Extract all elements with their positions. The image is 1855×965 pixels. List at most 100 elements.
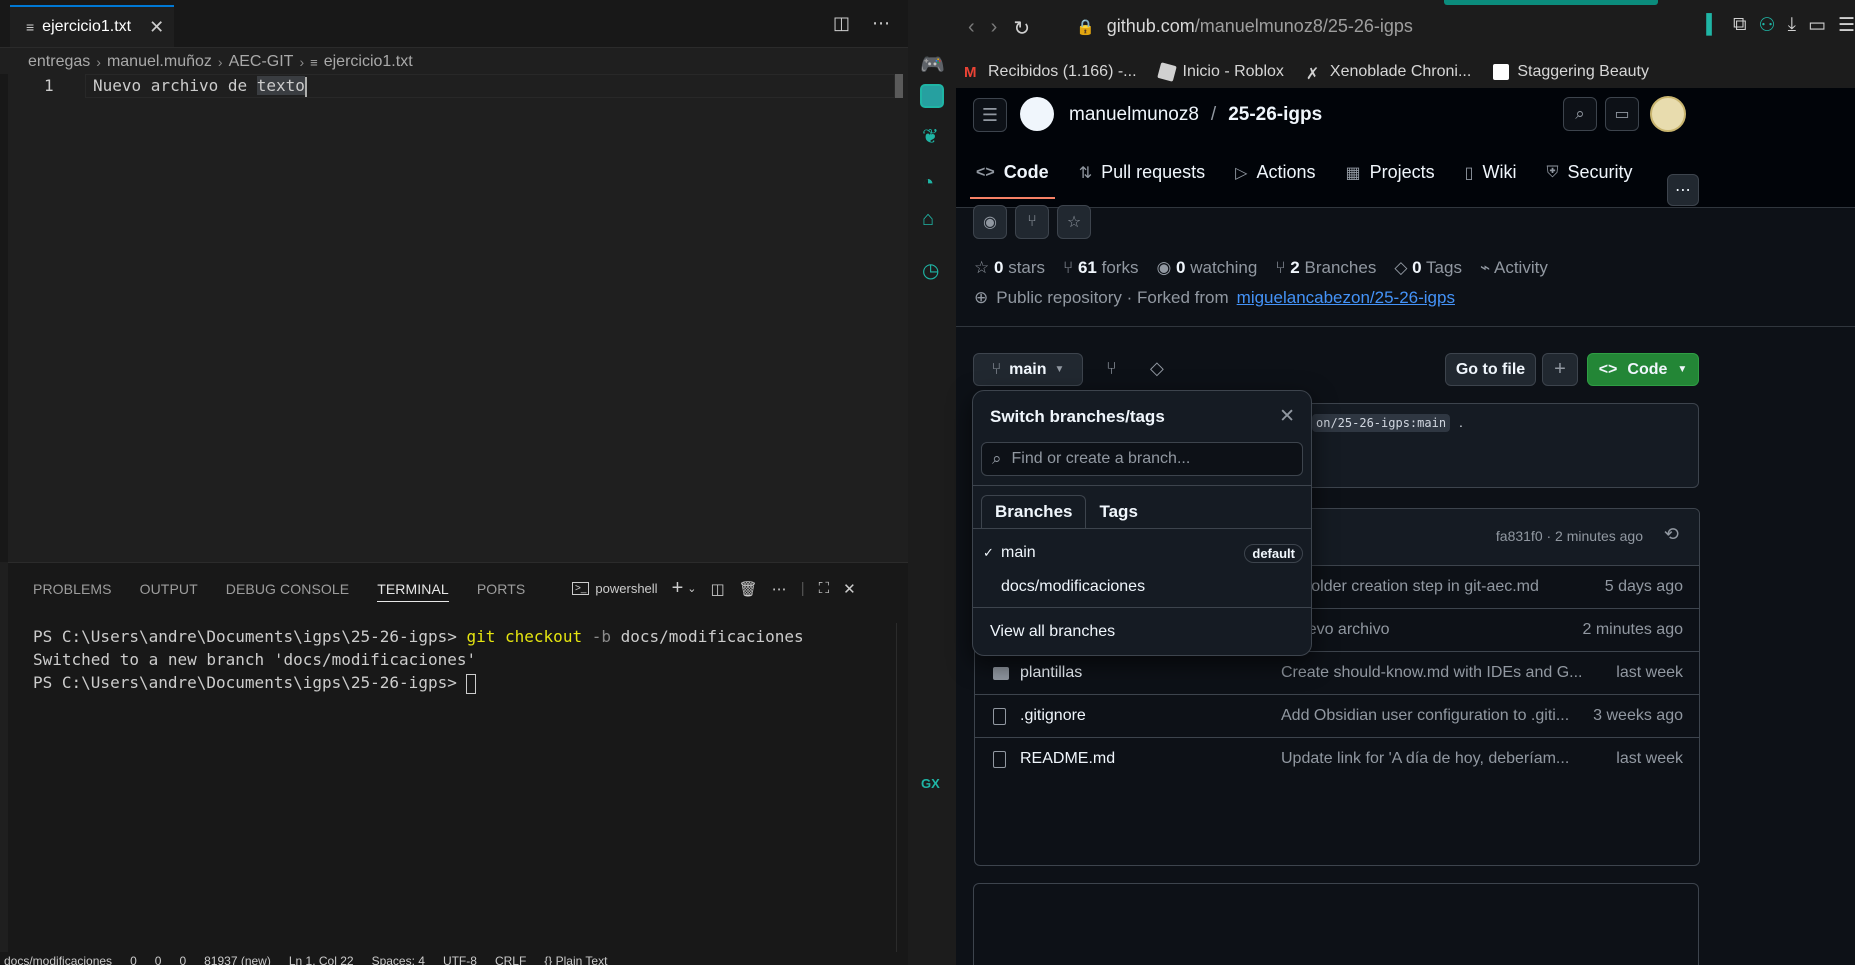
- speed-icon[interactable]: ◔: [922, 172, 934, 195]
- profile-icon[interactable]: ⚇: [1759, 14, 1776, 37]
- trash-icon[interactable]: 🗑: [739, 580, 758, 598]
- commit-message[interactable]: Create should-know.md with IDEs and G...: [1281, 664, 1582, 682]
- file-name[interactable]: plantillas: [1020, 664, 1082, 682]
- editor-text-area[interactable]: 1 Nuevo archivo de texto: [0, 74, 908, 562]
- branches-stat[interactable]: ⑂ 2 Branches: [1275, 258, 1376, 278]
- commit-message[interactable]: Update link for 'A día de hoy, deberíam.…: [1281, 750, 1569, 768]
- status-info[interactable]: 0: [179, 952, 186, 965]
- status-branch[interactable]: docs/modificaciones: [4, 952, 112, 965]
- close-icon[interactable]: ✕: [1279, 405, 1295, 428]
- history-icon[interactable]: ⟲: [1664, 524, 1679, 545]
- repo-name-link[interactable]: 25-26-igps: [1228, 104, 1322, 126]
- tab-wiki[interactable]: ▯ Wiki: [1465, 162, 1517, 195]
- activity-stat[interactable]: ⌁ Activity: [1480, 258, 1548, 278]
- commit-message[interactable]: Add Obsidian user configuration to .giti…: [1281, 707, 1569, 725]
- tab-code[interactable]: <> Code: [970, 162, 1055, 199]
- more-actions-icon[interactable]: ⋯: [772, 580, 787, 598]
- fork-source-link[interactable]: miguelancabezon/25-26-igps: [1237, 288, 1455, 308]
- tab-security[interactable]: ⛨ Security: [1546, 162, 1632, 195]
- tab-pull-requests[interactable]: ⇅ Pull requests: [1079, 162, 1205, 195]
- menu-button[interactable]: ☰: [973, 98, 1007, 132]
- tab-ports[interactable]: PORTS: [477, 581, 525, 602]
- more-tabs-button[interactable]: ⋯: [1667, 174, 1699, 206]
- status-language[interactable]: {} Plain Text: [544, 952, 607, 965]
- leaf-icon[interactable]: ❦: [922, 124, 939, 149]
- add-file-button[interactable]: +: [1542, 353, 1578, 386]
- terminal-output[interactable]: PS C:\Users\andre\Documents\igps\25-26-i…: [33, 625, 804, 694]
- breadcrumb-item[interactable]: AEC-GIT: [229, 53, 294, 71]
- status-encoding[interactable]: UTF-8: [443, 952, 477, 965]
- tab-projects[interactable]: ▦ Projects: [1346, 162, 1435, 195]
- branch-select-button[interactable]: ⑂ main ▼: [973, 353, 1083, 386]
- latest-commit-info[interactable]: fa831f0 · 2 minutes ago: [1496, 528, 1643, 544]
- avatar[interactable]: [1650, 96, 1686, 132]
- branch-search[interactable]: ⌕: [981, 442, 1303, 476]
- terminal-profile-label[interactable]: powershell: [595, 581, 657, 596]
- go-to-file-button[interactable]: Go to file: [1445, 353, 1536, 386]
- search-button[interactable]: ⌕: [1563, 97, 1597, 131]
- battery-icon[interactable]: ▭: [1808, 14, 1826, 37]
- tab-tags[interactable]: Tags: [1086, 495, 1150, 529]
- forks-stat[interactable]: ⑂ 61 forks: [1063, 258, 1138, 278]
- favorite-item[interactable]: ✗ Xenoblade Chroni...: [1306, 63, 1471, 83]
- forward-icon[interactable]: ›: [991, 16, 998, 41]
- file-row[interactable]: .gitignore Add Obsidian user configurati…: [975, 694, 1699, 737]
- tag-icon[interactable]: ◇: [1150, 358, 1164, 379]
- tab-terminal[interactable]: TERMINAL: [377, 581, 449, 602]
- scrollbar[interactable]: [895, 74, 903, 98]
- menu-icon[interactable]: ☰: [1838, 14, 1855, 37]
- back-icon[interactable]: ‹: [968, 16, 975, 41]
- commit-message[interactable]: ect folder creation step in git-aec.md: [1281, 578, 1539, 596]
- file-row[interactable]: plantillas Create should-know.md with ID…: [975, 651, 1699, 694]
- status-indentation[interactable]: Spaces: 4: [372, 952, 425, 965]
- star-button[interactable]: ☆: [1057, 205, 1091, 239]
- reload-icon[interactable]: ↻: [1013, 16, 1030, 41]
- more-actions-icon[interactable]: ⋯: [872, 13, 890, 34]
- chevron-down-icon[interactable]: ⌄: [687, 582, 696, 595]
- status-cursor-position[interactable]: Ln 1, Col 22: [289, 952, 354, 965]
- file-name[interactable]: README.md: [1020, 750, 1115, 768]
- split-editor-icon[interactable]: ◫: [833, 13, 850, 34]
- editor-line[interactable]: Nuevo archivo de texto: [93, 74, 307, 98]
- maximize-panel-icon[interactable]: ⛶: [819, 580, 830, 597]
- status-eol[interactable]: CRLF: [495, 952, 526, 965]
- fork-button[interactable]: ⑂: [1015, 205, 1049, 239]
- tab-output[interactable]: OUTPUT: [140, 581, 198, 602]
- code-button[interactable]: <> Code ▼: [1587, 353, 1699, 386]
- github-logo-icon[interactable]: [1020, 97, 1054, 131]
- tab-actions[interactable]: ▷ Actions: [1235, 162, 1315, 195]
- tab-debug-console[interactable]: DEBUG CONSOLE: [226, 581, 349, 602]
- screen-icon[interactable]: [920, 84, 944, 108]
- favorite-item[interactable]: M Recibidos (1.166) -...: [964, 63, 1137, 81]
- status-port[interactable]: 81937 (new): [204, 952, 271, 965]
- file-name[interactable]: .gitignore: [1020, 707, 1086, 725]
- tab-branches[interactable]: Branches: [981, 495, 1087, 529]
- add-terminal-icon[interactable]: +: [672, 577, 684, 600]
- chair-icon[interactable]: ⌂: [922, 208, 934, 231]
- inbox-button[interactable]: ▭: [1605, 97, 1639, 131]
- branch-item-main[interactable]: ✓ main default: [981, 537, 1303, 569]
- split-terminal-icon[interactable]: ◫: [710, 580, 724, 598]
- stars-stat[interactable]: ☆ 0 stars: [974, 258, 1045, 278]
- download-icon[interactable]: ⤓: [1788, 14, 1796, 37]
- address-bar[interactable]: 🔒 github.com/manuelmunoz8/25-26-igps: [1076, 16, 1413, 37]
- editor-tab[interactable]: ≡ ejercicio1.txt ✕: [10, 5, 174, 47]
- branches-icon[interactable]: ⑂: [1106, 358, 1117, 379]
- close-panel-icon[interactable]: ✕: [843, 580, 856, 598]
- file-row[interactable]: README.md Update link for 'A día de hoy,…: [975, 737, 1699, 780]
- watch-button[interactable]: ◉: [973, 205, 1007, 239]
- clock-icon[interactable]: ◷: [922, 258, 939, 283]
- close-icon[interactable]: ✕: [149, 17, 164, 38]
- branch-item-docs[interactable]: docs/modificaciones: [981, 571, 1303, 603]
- repo-owner-link[interactable]: manuelmunoz8: [1069, 104, 1199, 126]
- watching-stat[interactable]: ◉ 0 watching: [1156, 258, 1257, 278]
- status-errors[interactable]: 0: [130, 952, 137, 965]
- branch-search-input[interactable]: [1011, 450, 1282, 468]
- breadcrumb-item[interactable]: ejercicio1.txt: [324, 53, 413, 71]
- favorite-item[interactable]: Staggering Beauty: [1493, 63, 1649, 81]
- breadcrumb-item[interactable]: entregas: [28, 53, 90, 71]
- status-warnings[interactable]: 0: [155, 952, 162, 965]
- tags-stat[interactable]: ◇ 0 Tags: [1394, 258, 1462, 278]
- extensions-icon[interactable]: ⧉: [1733, 14, 1747, 37]
- gx-logo[interactable]: GX: [921, 776, 940, 791]
